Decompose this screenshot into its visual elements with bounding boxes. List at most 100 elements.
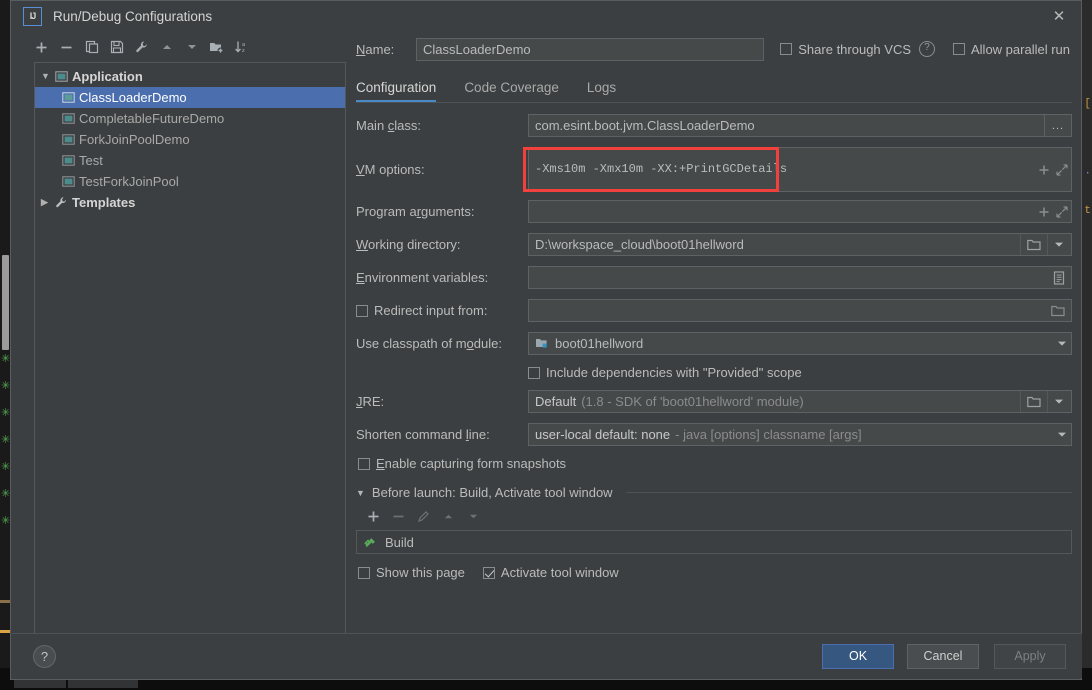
program-arguments-input[interactable] <box>528 200 1072 223</box>
program-arguments-row: Program arguments: <box>356 200 1072 223</box>
allow-parallel-run-checkbox[interactable]: Allow parallel run <box>953 42 1070 57</box>
move-task-down-button[interactable] <box>462 506 485 526</box>
name-input[interactable] <box>416 37 764 61</box>
sort-configurations-button[interactable]: az <box>229 35 254 59</box>
vcs-change-marker: ✳ <box>1 515 11 527</box>
vm-options-input[interactable]: -Xms10m -Xmx10m -XX:+PrintGCDetails <box>528 147 1072 192</box>
ok-button[interactable]: OK <box>822 644 894 669</box>
chevron-down-icon[interactable] <box>1057 431 1067 438</box>
tree-group-application[interactable]: ▼ Application <box>35 66 345 87</box>
working-directory-label: Working directory: <box>356 237 461 252</box>
tree-item-test[interactable]: Test <box>35 150 345 171</box>
checkbox-box[interactable] <box>780 43 793 55</box>
remove-task-button[interactable] <box>387 506 410 526</box>
insert-macro-icon[interactable] <box>1038 164 1050 176</box>
chevron-down-icon[interactable]: ▼ <box>356 488 365 498</box>
tree-item-label: Test <box>79 153 103 168</box>
classpath-module-label: Use classpath of module: <box>356 336 502 351</box>
before-launch-task-list[interactable]: Build <box>356 530 1072 554</box>
redirect-input-row: Redirect input from: <box>356 299 1072 322</box>
environment-variables-label: Environment variables: <box>356 270 489 285</box>
configurations-tree[interactable]: ▼ Application ClassLoaderDemo Completabl… <box>34 62 346 635</box>
shorten-command-line-combobox[interactable]: user-local default: none - java [options… <box>528 423 1072 446</box>
include-provided-row: Include dependencies with "Provided" sco… <box>356 365 1072 380</box>
expand-diagonal-icon[interactable] <box>1056 205 1068 218</box>
close-icon[interactable]: ✕ <box>1049 7 1069 27</box>
vm-options-label: VM options: <box>356 162 425 177</box>
checkbox-box[interactable] <box>482 566 495 579</box>
new-folder-button[interactable] <box>204 35 229 59</box>
help-icon[interactable]: ? <box>919 41 935 57</box>
application-icon <box>55 70 72 83</box>
classpath-module-value: boot01hellword <box>555 336 644 351</box>
share-through-vcs-checkbox[interactable]: Share through VCS <box>780 42 911 57</box>
cancel-button[interactable]: Cancel <box>907 644 979 669</box>
editor-scrollbar-thumb[interactable] <box>2 255 9 350</box>
move-task-up-button[interactable] <box>437 506 460 526</box>
environment-variables-list-icon[interactable] <box>1053 270 1065 285</box>
before-launch-title: Before launch: Build, Activate tool wind… <box>371 485 613 500</box>
jre-browse-icon[interactable] <box>1020 391 1047 412</box>
edit-templates-button[interactable] <box>129 35 154 59</box>
before-launch-header[interactable]: ▼ Before launch: Build, Activate tool wi… <box>356 485 1072 500</box>
code-fragment: [ <box>1084 98 1091 110</box>
copy-configuration-button[interactable] <box>79 35 104 59</box>
tree-item-completablefuturedemo[interactable]: CompletableFutureDemo <box>35 108 345 129</box>
redirect-input-checkbox[interactable]: Redirect input from: <box>356 303 528 318</box>
move-down-button[interactable] <box>179 35 204 59</box>
remove-configuration-button[interactable] <box>54 35 79 59</box>
module-icon <box>535 337 549 350</box>
chevron-down-icon[interactable] <box>1057 340 1067 347</box>
chevron-down-icon[interactable] <box>1047 391 1070 412</box>
tab-code-coverage[interactable]: Code Coverage <box>464 80 573 102</box>
before-launch-options: Show this page Activate tool window <box>356 565 1072 580</box>
include-provided-checkbox[interactable]: Include dependencies with "Provided" sco… <box>528 365 802 380</box>
chevron-down-icon[interactable] <box>1047 234 1070 255</box>
tab-configuration[interactable]: Configuration <box>356 80 450 102</box>
main-class-browse-button[interactable]: ... <box>1044 114 1072 137</box>
configuration-form: Main class: com.esint.boot.jvm.ClassLoad… <box>356 114 1072 471</box>
main-class-input[interactable]: com.esint.boot.jvm.ClassLoaderDemo <box>528 114 1045 137</box>
environment-variables-row: Environment variables: <box>356 266 1072 289</box>
classpath-module-combobox[interactable]: boot01hellword <box>528 332 1072 355</box>
checkbox-box[interactable] <box>528 366 540 379</box>
help-button[interactable]: ? <box>33 645 56 668</box>
environment-variables-input[interactable] <box>528 266 1072 289</box>
configurations-toolbar: az <box>24 34 346 60</box>
classpath-module-row: Use classpath of module: boot01hellword <box>356 332 1072 355</box>
chevron-down-icon[interactable]: ▼ <box>41 66 55 87</box>
expand-diagonal-icon[interactable] <box>1056 163 1068 176</box>
edit-task-button[interactable] <box>412 506 435 526</box>
redirect-input-browse-icon[interactable] <box>1051 305 1065 317</box>
configuration-tabs: Configuration Code Coverage Logs <box>356 72 1072 102</box>
tab-logs[interactable]: Logs <box>587 80 630 102</box>
shorten-command-line-value: user-local default: none <box>535 427 671 442</box>
tree-item-classloaderdemo[interactable]: ClassLoaderDemo <box>35 87 345 108</box>
apply-button[interactable]: Apply <box>994 644 1066 669</box>
save-configuration-button[interactable] <box>104 35 129 59</box>
redirect-input-field[interactable] <box>528 299 1072 322</box>
tree-item-forkjoinpooldemo[interactable]: ForkJoinPoolDemo <box>35 129 345 150</box>
configuration-form-panel: Name: Share through VCS ? Allow parallel… <box>356 34 1072 639</box>
checkbox-box[interactable] <box>358 457 370 470</box>
show-this-page-label: Show this page <box>376 565 465 580</box>
tree-item-testforkjoinpool[interactable]: TestForkJoinPool <box>35 171 345 192</box>
move-up-button[interactable] <box>154 35 179 59</box>
activate-tool-window-checkbox[interactable]: Activate tool window <box>482 565 619 580</box>
insert-macro-icon[interactable] <box>1038 206 1050 218</box>
add-configuration-button[interactable] <box>29 35 54 59</box>
application-icon <box>62 112 79 125</box>
form-snapshots-checkbox[interactable]: Enable capturing form snapshots <box>358 456 566 471</box>
add-task-button[interactable] <box>362 506 385 526</box>
checkbox-box[interactable] <box>953 43 965 55</box>
tree-group-templates[interactable]: ▶ Templates <box>35 192 345 213</box>
jre-combobox[interactable]: Default (1.8 - SDK of 'boot01hellword' m… <box>528 390 1072 413</box>
show-this-page-checkbox[interactable]: Show this page <box>358 565 465 580</box>
checkbox-box[interactable] <box>356 304 368 317</box>
chevron-right-icon[interactable]: ▶ <box>41 192 55 213</box>
dialog-title: Run/Debug Configurations <box>53 9 213 24</box>
working-directory-input[interactable]: D:\workspace_cloud\boot01hellword <box>528 233 1072 256</box>
working-directory-browse-icon[interactable] <box>1020 234 1047 255</box>
tree-item-label: TestForkJoinPool <box>79 174 179 189</box>
checkbox-box[interactable] <box>358 566 370 579</box>
